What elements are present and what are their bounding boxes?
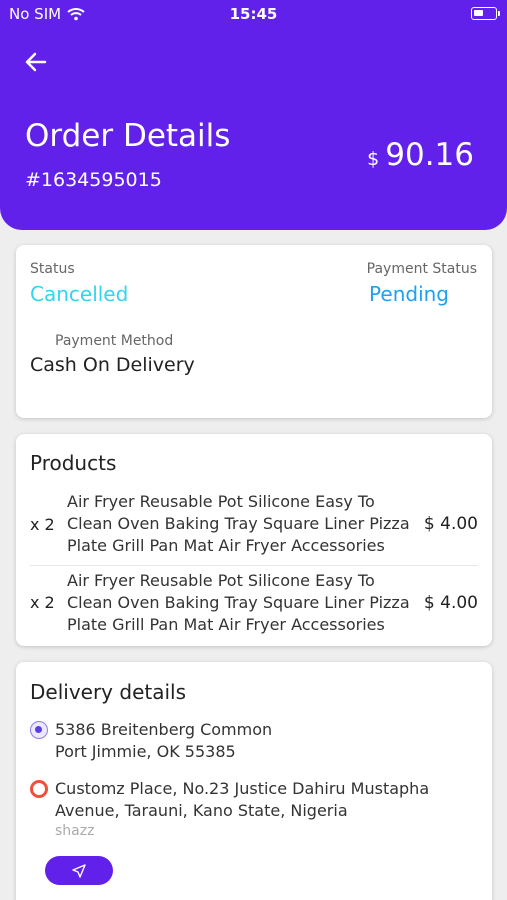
delivery-card: Delivery details 5386 Breitenberg Common… [16, 662, 492, 900]
product-price: $ 4.00 [423, 514, 478, 534]
order-total: $ 90.16 [367, 137, 474, 173]
navigation-icon [72, 863, 86, 878]
status-value: Cancelled [30, 282, 129, 306]
status-bar: No SIM 15:45 [0, 0, 507, 30]
dropoff-address-line2: Avenue, Tarauni, Kano State, Nigeria [55, 801, 348, 820]
product-row[interactable]: x 2 Air Fryer Reusable Pot Silicone Easy… [30, 487, 478, 561]
dropoff-address: Customz Place, No.23 Justice Dahiru Must… [30, 778, 470, 840]
product-name: Air Fryer Reusable Pot Silicone Easy To … [67, 570, 410, 634]
product-quantity: x 2 [30, 514, 55, 534]
product-quantity: x 2 [30, 593, 55, 612]
payment-method-value: Cash On Delivery [30, 354, 195, 376]
total-currency: $ [367, 148, 380, 170]
pickup-address-line2: Port Jimmie, OK 55385 [55, 742, 236, 761]
clock: 15:45 [229, 5, 278, 23]
navigate-button[interactable] [45, 856, 113, 885]
product-name: Air Fryer Reusable Pot Silicone Easy To … [67, 492, 410, 555]
payment-method-label: Payment Method [55, 333, 174, 349]
products-card: Products x 2 Air Fryer Reusable Pot Sili… [16, 434, 492, 646]
pickup-address: 5386 Breitenberg Common Port Jimmie, OK … [30, 719, 470, 763]
pickup-address-line1: 5386 Breitenberg Common [55, 720, 273, 739]
dropoff-note: shazz [55, 823, 95, 839]
order-header: No SIM 15:45 Order Details #1634595015 $… [0, 0, 507, 230]
product-row[interactable]: x 2 Air Fryer Reusable Pot Silicone Easy… [30, 565, 478, 639]
total-amount: 90.16 [385, 137, 474, 173]
delivery-title: Delivery details [30, 680, 187, 704]
dropoff-address-line1: Customz Place, No.23 Justice Dahiru Must… [55, 779, 430, 798]
battery-icon [471, 7, 500, 20]
pickup-marker-icon [30, 721, 48, 739]
payment-status-value: Pending [369, 282, 449, 306]
back-arrow-icon [25, 52, 47, 72]
status-card: Status Cancelled Payment Status Pending … [16, 245, 492, 418]
dropoff-marker-icon [30, 780, 48, 798]
page-title: Order Details [25, 118, 231, 154]
back-button[interactable] [22, 48, 50, 76]
order-number: #1634595015 [25, 169, 162, 191]
products-title: Products [30, 451, 117, 475]
payment-status-label: Payment Status [366, 261, 477, 277]
product-price: $ 4.00 [423, 592, 478, 613]
status-label: Status [30, 261, 75, 277]
